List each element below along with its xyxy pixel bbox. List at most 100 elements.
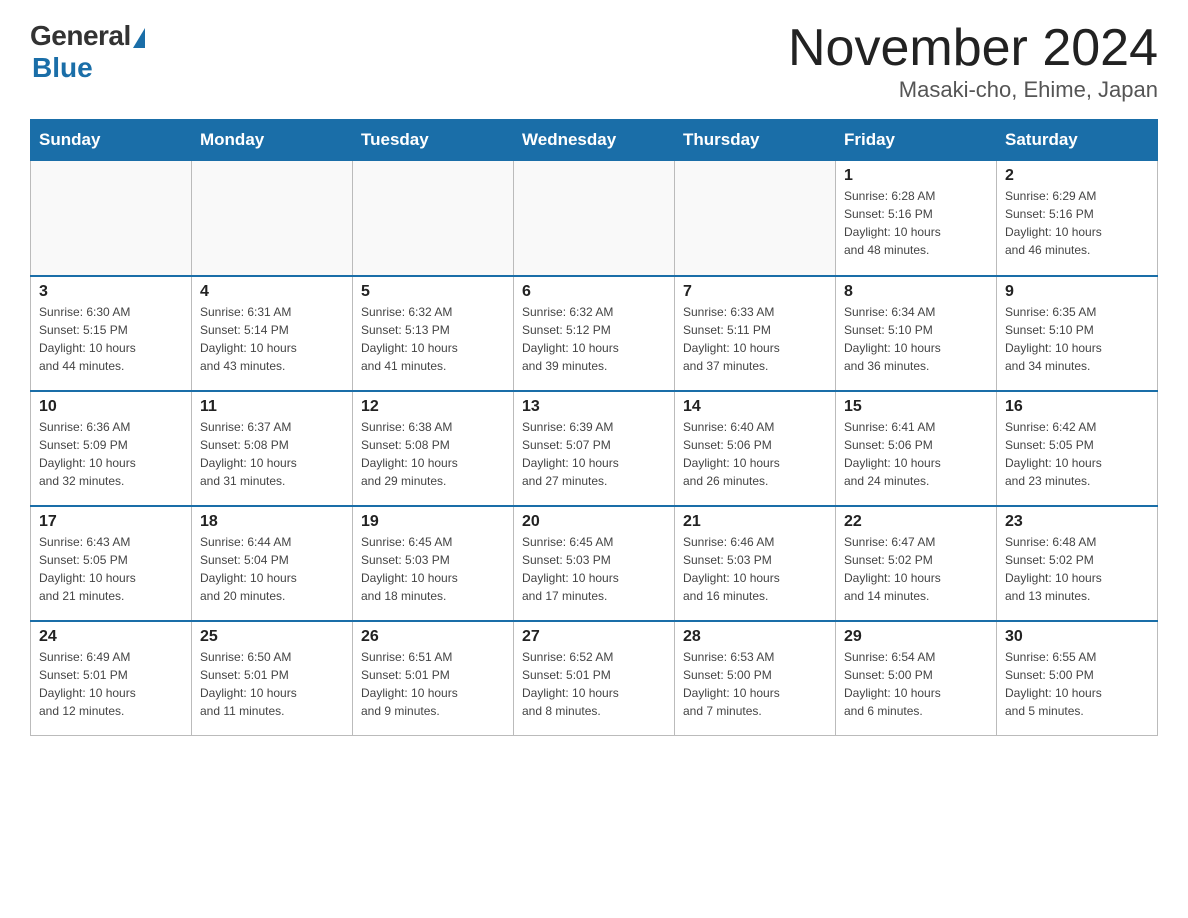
day-info: Sunrise: 6:32 AMSunset: 5:13 PMDaylight:… [361,303,505,375]
day-info: Sunrise: 6:44 AMSunset: 5:04 PMDaylight:… [200,533,344,605]
calendar-cell-w3-d5: 15 Sunrise: 6:41 AMSunset: 5:06 PMDayligh… [836,391,997,506]
day-number: 17 [39,513,183,531]
calendar-cell-w5-d0: 24 Sunrise: 6:49 AMSunset: 5:01 PMDayligh… [31,621,192,736]
day-number: 15 [844,398,988,416]
logo-general-text: General [30,20,131,52]
calendar-cell-w5-d4: 28 Sunrise: 6:53 AMSunset: 5:00 PMDayligh… [675,621,836,736]
header-thursday: Thursday [675,120,836,161]
calendar-week-5: 24 Sunrise: 6:49 AMSunset: 5:01 PMDayligh… [31,621,1158,736]
weekday-header-row: Sunday Monday Tuesday Wednesday Thursday… [31,120,1158,161]
day-info: Sunrise: 6:45 AMSunset: 5:03 PMDaylight:… [361,533,505,605]
header-tuesday: Tuesday [353,120,514,161]
calendar-cell-w1-d5: 1Sunrise: 6:28 AMSunset: 5:16 PMDaylight… [836,161,997,276]
calendar-cell-w2-d5: 8Sunrise: 6:34 AMSunset: 5:10 PMDaylight… [836,276,997,391]
day-number: 9 [1005,283,1149,301]
calendar-cell-w3-d1: 11 Sunrise: 6:37 AMSunset: 5:08 PMDayligh… [192,391,353,506]
calendar-cell-w4-d6: 23Sunrise: 6:48 AMSunset: 5:02 PMDayligh… [997,506,1158,621]
day-number: 7 [683,283,827,301]
calendar-cell-w3-d6: 16 Sunrise: 6:42 AMSunset: 5:05 PMDayligh… [997,391,1158,506]
day-number: 5 [361,283,505,301]
day-number: 25 [200,628,344,646]
day-info: Sunrise: 6:55 AMSunset: 5:00 PMDaylight:… [1005,648,1149,720]
calendar-cell-w5-d2: 26Sunrise: 6:51 AMSunset: 5:01 PMDayligh… [353,621,514,736]
day-info: Sunrise: 6:52 AMSunset: 5:01 PMDaylight:… [522,648,666,720]
calendar-week-1: 1Sunrise: 6:28 AMSunset: 5:16 PMDaylight… [31,161,1158,276]
day-info: Sunrise: 6:48 AMSunset: 5:02 PMDaylight:… [1005,533,1149,605]
day-number: 24 [39,628,183,646]
day-info: Sunrise: 6:31 AMSunset: 5:14 PMDaylight:… [200,303,344,375]
header-monday: Monday [192,120,353,161]
calendar-cell-w2-d4: 7 Sunrise: 6:33 AMSunset: 5:11 PMDaylight… [675,276,836,391]
day-number: 29 [844,628,988,646]
day-number: 2 [1005,167,1149,185]
calendar-week-2: 3 Sunrise: 6:30 AMSunset: 5:15 PMDaylight… [31,276,1158,391]
day-number: 16 [1005,398,1149,416]
day-info: Sunrise: 6:41 AMSunset: 5:06 PMDaylight:… [844,418,988,490]
calendar-cell-w1-d4 [675,161,836,276]
day-info: Sunrise: 6:39 AMSunset: 5:07 PMDaylight:… [522,418,666,490]
calendar-cell-w3-d3: 13 Sunrise: 6:39 AMSunset: 5:07 PMDayligh… [514,391,675,506]
calendar-cell-w4-d4: 21 Sunrise: 6:46 AMSunset: 5:03 PMDayligh… [675,506,836,621]
day-info: Sunrise: 6:34 AMSunset: 5:10 PMDaylight:… [844,303,988,375]
calendar-cell-w4-d5: 22Sunrise: 6:47 AMSunset: 5:02 PMDayligh… [836,506,997,621]
month-title: November 2024 [788,20,1158,77]
day-info: Sunrise: 6:45 AMSunset: 5:03 PMDaylight:… [522,533,666,605]
day-info: Sunrise: 6:32 AMSunset: 5:12 PMDaylight:… [522,303,666,375]
calendar-cell-w1-d2 [353,161,514,276]
header-friday: Friday [836,120,997,161]
calendar-cell-w3-d0: 10 Sunrise: 6:36 AMSunset: 5:09 PMDayligh… [31,391,192,506]
calendar-cell-w5-d1: 25 Sunrise: 6:50 AMSunset: 5:01 PMDayligh… [192,621,353,736]
location-title: Masaki-cho, Ehime, Japan [788,77,1158,103]
calendar-cell-w1-d6: 2 Sunrise: 6:29 AMSunset: 5:16 PMDaylight… [997,161,1158,276]
day-number: 21 [683,513,827,531]
calendar-cell-w1-d1 [192,161,353,276]
calendar-week-3: 10 Sunrise: 6:36 AMSunset: 5:09 PMDayligh… [31,391,1158,506]
header-saturday: Saturday [997,120,1158,161]
day-number: 11 [200,398,344,416]
day-number: 10 [39,398,183,416]
calendar-cell-w2-d1: 4 Sunrise: 6:31 AMSunset: 5:14 PMDaylight… [192,276,353,391]
day-number: 18 [200,513,344,531]
calendar-cell-w5-d5: 29Sunrise: 6:54 AMSunset: 5:00 PMDayligh… [836,621,997,736]
calendar-cell-w4-d1: 18 Sunrise: 6:44 AMSunset: 5:04 PMDayligh… [192,506,353,621]
calendar-cell-w3-d2: 12 Sunrise: 6:38 AMSunset: 5:08 PMDayligh… [353,391,514,506]
day-number: 20 [522,513,666,531]
day-info: Sunrise: 6:30 AMSunset: 5:15 PMDaylight:… [39,303,183,375]
day-number: 12 [361,398,505,416]
day-number: 30 [1005,628,1149,646]
calendar-cell-w1-d3 [514,161,675,276]
logo: General Blue [30,20,145,84]
calendar-week-4: 17 Sunrise: 6:43 AMSunset: 5:05 PMDayligh… [31,506,1158,621]
day-info: Sunrise: 6:29 AMSunset: 5:16 PMDaylight:… [1005,187,1149,259]
day-number: 4 [200,283,344,301]
day-info: Sunrise: 6:42 AMSunset: 5:05 PMDaylight:… [1005,418,1149,490]
calendar-cell-w2-d0: 3 Sunrise: 6:30 AMSunset: 5:15 PMDaylight… [31,276,192,391]
calendar-cell-w4-d3: 20 Sunrise: 6:45 AMSunset: 5:03 PMDayligh… [514,506,675,621]
day-info: Sunrise: 6:36 AMSunset: 5:09 PMDaylight:… [39,418,183,490]
day-number: 28 [683,628,827,646]
calendar-cell-w5-d3: 27Sunrise: 6:52 AMSunset: 5:01 PMDayligh… [514,621,675,736]
calendar-cell-w2-d3: 6Sunrise: 6:32 AMSunset: 5:12 PMDaylight… [514,276,675,391]
logo-blue-text: Blue [32,52,93,84]
day-info: Sunrise: 6:35 AMSunset: 5:10 PMDaylight:… [1005,303,1149,375]
calendar-cell-w1-d0 [31,161,192,276]
header-sunday: Sunday [31,120,192,161]
day-info: Sunrise: 6:49 AMSunset: 5:01 PMDaylight:… [39,648,183,720]
day-number: 13 [522,398,666,416]
day-info: Sunrise: 6:43 AMSunset: 5:05 PMDaylight:… [39,533,183,605]
header-wednesday: Wednesday [514,120,675,161]
day-info: Sunrise: 6:28 AMSunset: 5:16 PMDaylight:… [844,187,988,259]
day-number: 19 [361,513,505,531]
day-number: 26 [361,628,505,646]
day-info: Sunrise: 6:38 AMSunset: 5:08 PMDaylight:… [361,418,505,490]
day-info: Sunrise: 6:33 AMSunset: 5:11 PMDaylight:… [683,303,827,375]
day-info: Sunrise: 6:50 AMSunset: 5:01 PMDaylight:… [200,648,344,720]
day-info: Sunrise: 6:46 AMSunset: 5:03 PMDaylight:… [683,533,827,605]
day-info: Sunrise: 6:37 AMSunset: 5:08 PMDaylight:… [200,418,344,490]
day-info: Sunrise: 6:40 AMSunset: 5:06 PMDaylight:… [683,418,827,490]
day-number: 14 [683,398,827,416]
day-number: 3 [39,283,183,301]
title-area: November 2024 Masaki-cho, Ehime, Japan [788,20,1158,103]
day-info: Sunrise: 6:53 AMSunset: 5:00 PMDaylight:… [683,648,827,720]
calendar-cell-w4-d2: 19 Sunrise: 6:45 AMSunset: 5:03 PMDayligh… [353,506,514,621]
